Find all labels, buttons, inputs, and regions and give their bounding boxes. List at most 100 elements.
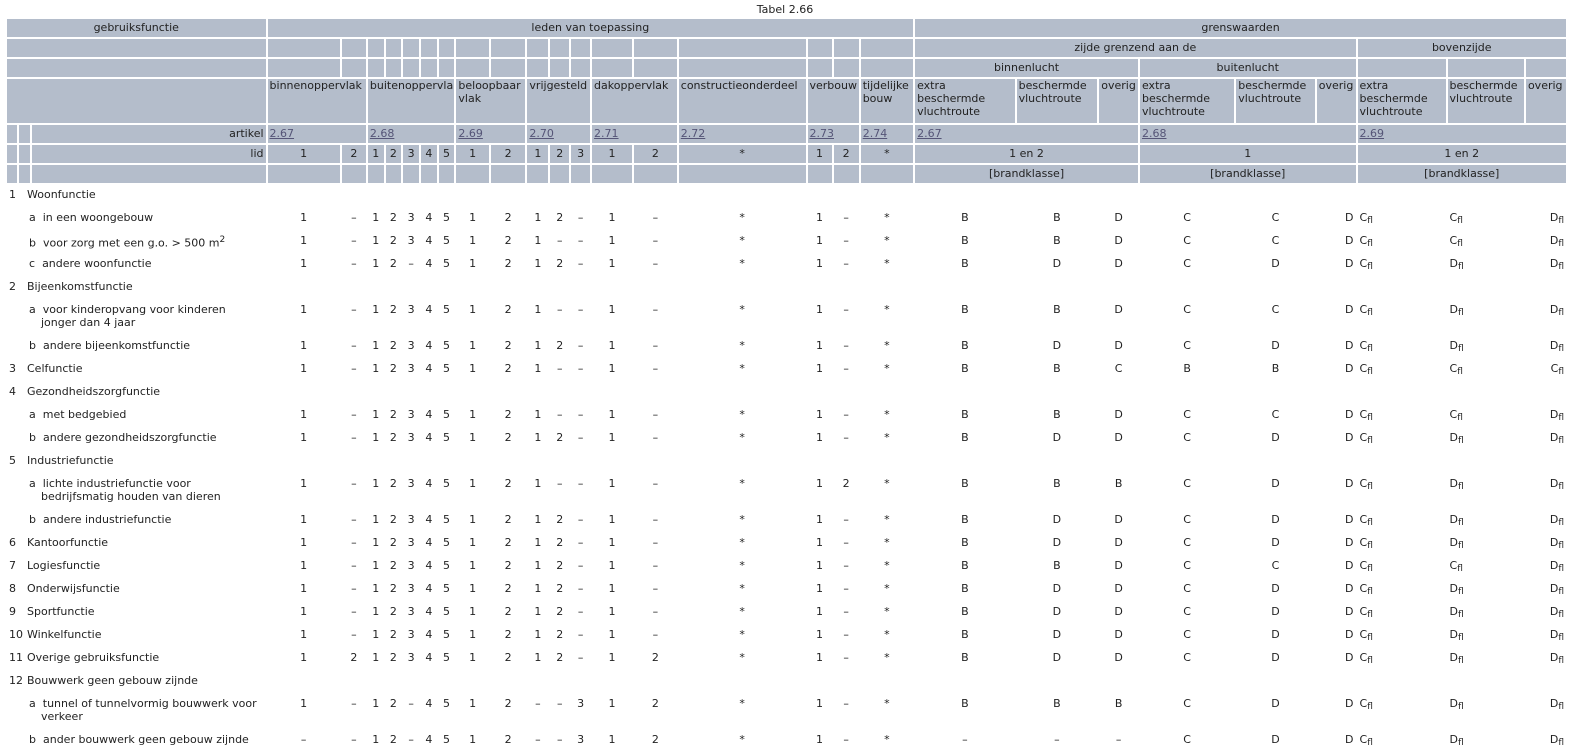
artikel-link[interactable]: 2.71 — [594, 127, 619, 140]
value-cell: 1 — [300, 582, 308, 595]
value-cell: – — [557, 408, 563, 421]
header-column-name: vrijgesteld — [527, 79, 591, 123]
header-column-name: beschermde vluchtroute — [1016, 79, 1098, 123]
value-cell: * — [739, 477, 745, 490]
empty-cell — [1448, 382, 1524, 403]
value-cell: – — [351, 257, 357, 270]
lid-cell: 2 — [550, 145, 570, 163]
grenswaarde-cell: B — [915, 579, 1015, 600]
empty-cell — [834, 671, 859, 692]
artikel-link[interactable]: 2.70 — [529, 127, 554, 140]
fl-subscript: fl — [1558, 413, 1564, 423]
empty-cell — [421, 185, 437, 206]
value-cell: 1 — [608, 477, 616, 490]
value-cell: 1 — [372, 234, 380, 247]
value-cell: – — [652, 628, 659, 641]
header-blank — [420, 165, 437, 183]
brandklasse-value: D — [1114, 628, 1123, 641]
grenswaarde-cell: – — [1017, 730, 1098, 751]
value-cell: 1 — [816, 536, 824, 549]
value-cell: 2 — [389, 362, 397, 375]
fl-subscript: fl — [1367, 308, 1373, 318]
value-cell: 1 — [816, 559, 824, 572]
empty-cell — [403, 382, 419, 403]
value-cell: 1 — [469, 303, 477, 316]
value-cell: * — [884, 477, 890, 490]
brandklasse-value: D — [1114, 303, 1123, 316]
artikel-link[interactable]: 2.67 — [270, 127, 295, 140]
empty-cell — [1236, 451, 1315, 472]
value-cell: 1 — [300, 651, 308, 664]
brandklasse-cell: [brandklasse] — [1357, 165, 1566, 183]
header-blank — [19, 125, 30, 143]
grenswaarde-cell: Dfl — [1526, 300, 1566, 334]
empty-cell — [1358, 277, 1446, 298]
value-cell: * — [884, 697, 890, 710]
value-cell: 1 — [469, 431, 477, 444]
brandklasse-value: B — [1053, 408, 1061, 421]
artikel-link[interactable]: 2.68 — [370, 127, 395, 140]
grenswaarde-cell: D — [1317, 359, 1356, 380]
artikel-link[interactable]: 2.67 — [917, 127, 942, 140]
empty-cell — [592, 185, 632, 206]
value-cell: 1 — [534, 605, 542, 618]
value-cell: 3 — [407, 234, 415, 247]
brandklasse-value: B — [1271, 362, 1280, 375]
value-cell: 1 — [300, 303, 308, 316]
grenswaarde-cell: Cfl — [1358, 602, 1446, 623]
brandklasse-value: C — [1183, 339, 1191, 352]
header-blank — [833, 165, 859, 183]
header-blank — [367, 59, 384, 77]
grenswaarde-cell: B — [1140, 359, 1234, 380]
empty-cell — [342, 382, 366, 403]
artikel-link[interactable]: 2.72 — [681, 127, 706, 140]
value-cell: * — [739, 536, 745, 549]
artikel-link[interactable]: 2.69 — [1360, 127, 1385, 140]
fl-subscript: fl — [1558, 610, 1564, 620]
value-cell: * — [884, 257, 890, 270]
brandklasse-value: D — [1345, 559, 1354, 572]
header-blank — [19, 145, 30, 163]
value-cell: 3 — [407, 513, 415, 526]
value-cell: 1 — [469, 582, 477, 595]
header-blank — [341, 39, 366, 57]
value-cell: – — [652, 513, 659, 526]
fl-subscript: fl — [1457, 518, 1464, 528]
value-cell: 1 — [469, 697, 477, 710]
row-letter: a — [29, 211, 36, 224]
header-blank — [1357, 59, 1446, 77]
artikel-link[interactable]: 2.68 — [1142, 127, 1167, 140]
brandklasse-value: B — [961, 536, 969, 549]
fl-subscript: fl — [1558, 482, 1564, 492]
row-label: 11 Overige gebruiksfunctie — [7, 648, 266, 669]
grenswaarde-cell: Dfl — [1448, 474, 1524, 508]
value-cell: 1 — [372, 697, 380, 710]
value-cell: 1 — [534, 536, 542, 549]
value-cell: – — [577, 257, 584, 270]
artikel-link[interactable]: 2.69 — [458, 127, 483, 140]
grenswaarde-cell: D — [1017, 648, 1098, 669]
empty-cell — [368, 277, 384, 298]
row-label: 1 Woonfunctie — [7, 185, 266, 206]
value-cell: 1 — [608, 628, 616, 641]
grenswaarde-cell: D — [1099, 533, 1138, 554]
empty-cell — [1317, 277, 1356, 298]
header-blank — [550, 165, 570, 183]
artikel-link[interactable]: 2.74 — [863, 127, 888, 140]
value-cell: 3 — [407, 303, 415, 316]
empty-cell — [592, 382, 632, 403]
value-cell: * — [884, 651, 890, 664]
artikel-link[interactable]: 2.73 — [810, 127, 835, 140]
value-cell: 2 — [389, 513, 397, 526]
group-row: 1 Woonfunctie — [7, 185, 1566, 206]
grenswaarde-cell: Dfl — [1448, 579, 1524, 600]
value-cell: 3 — [407, 431, 415, 444]
grenswaarde-cell: B — [1017, 300, 1098, 334]
header-blank — [527, 165, 549, 183]
grenswaarde-cell: Dfl — [1448, 730, 1524, 751]
value-cell: – — [351, 234, 357, 247]
grenswaarde-cell: Cfl — [1448, 556, 1524, 577]
value-cell: 1 — [816, 513, 824, 526]
grenswaarde-cell: C — [1140, 428, 1234, 449]
grenswaarde-cell: D — [1236, 474, 1315, 508]
